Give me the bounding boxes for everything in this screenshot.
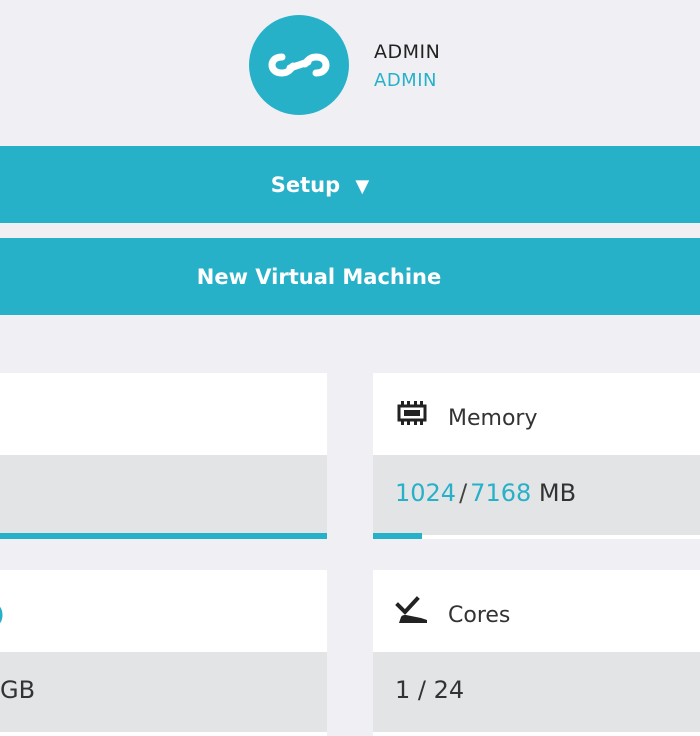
memory-title: Memory bbox=[448, 406, 538, 431]
setup-button-label: Setup bbox=[270, 172, 341, 197]
user-profile: ADMIN ADMIN bbox=[0, 0, 700, 130]
memory-total-value: 7168 bbox=[470, 479, 532, 507]
resource-card-left-bottom: GB bbox=[0, 570, 327, 736]
new-virtual-machine-label: New Virtual Machine bbox=[196, 264, 442, 289]
card-header bbox=[0, 570, 327, 652]
cpu-cores-icon bbox=[395, 596, 427, 623]
user-name: ADMIN bbox=[374, 41, 441, 63]
partial-icon bbox=[0, 606, 3, 624]
setup-button[interactable]: Setup ▼ bbox=[0, 146, 700, 223]
avatar[interactable] bbox=[249, 15, 349, 115]
new-virtual-machine-button[interactable]: New Virtual Machine bbox=[0, 238, 700, 315]
infinity-link-icon bbox=[268, 53, 330, 77]
memory-chip-icon bbox=[397, 401, 427, 425]
memory-value: 1024/7168 MB bbox=[395, 479, 576, 507]
memory-card: Memory 1024/7168 MB bbox=[373, 373, 700, 539]
progress-bar bbox=[0, 533, 327, 539]
chevron-down-icon: ▼ bbox=[355, 175, 370, 197]
user-role[interactable]: ADMIN bbox=[374, 70, 437, 91]
memory-progress-bar bbox=[373, 533, 422, 539]
card-value-row: 1 / 24 bbox=[373, 652, 700, 732]
cores-card: Cores 1 / 24 bbox=[373, 570, 700, 736]
cores-title: Cores bbox=[448, 603, 511, 628]
memory-separator: / bbox=[459, 479, 468, 507]
memory-used-value: 1024 bbox=[395, 479, 457, 507]
card-header bbox=[0, 373, 327, 455]
memory-unit: MB bbox=[538, 479, 577, 507]
card-header: Cores bbox=[373, 570, 700, 652]
card-value-row bbox=[0, 455, 327, 535]
resource-card-left-top bbox=[0, 373, 327, 539]
card-value-row: GB bbox=[0, 652, 327, 732]
card-value-row: 1024/7168 MB bbox=[373, 455, 700, 535]
card-header: Memory bbox=[373, 373, 700, 455]
